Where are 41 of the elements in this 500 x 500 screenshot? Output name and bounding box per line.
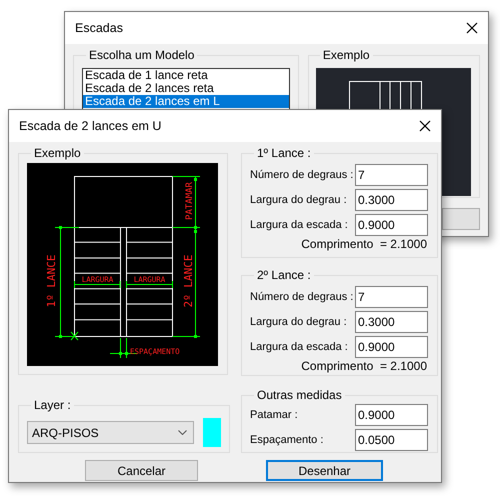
window-title: Escadas [75, 21, 123, 35]
length-readout: Comprimento = 2.1000 [301, 359, 427, 373]
dialog-button[interactable] [442, 208, 480, 230]
window-title: Escada de 2 lances em U [19, 119, 162, 133]
field-label: Número de degraus : [250, 169, 354, 181]
field-label: Patamar : [250, 409, 299, 421]
text-field[interactable]: 0.3000 [355, 189, 428, 211]
field-label: Largura da escada : [250, 219, 349, 231]
group-label: 1º Lance : [256, 146, 312, 160]
drawing-label: 1º LANCE [45, 254, 58, 308]
field-label: Número de degraus : [250, 291, 354, 303]
text-field[interactable]: 7 [355, 164, 428, 186]
dialog-button[interactable]: Desenhar [266, 460, 383, 481]
layer-dropdown[interactable]: ARQ-PISOS [27, 421, 194, 444]
field-label: Largura do degrau : [250, 194, 348, 206]
drawing-label: PATAMAR [185, 182, 195, 220]
group-label: Outras medidas [256, 388, 343, 402]
group-label: Layer : [33, 398, 72, 412]
text-field[interactable]: 0.9000 [355, 214, 428, 236]
field-label: Largura do degrau : [250, 316, 348, 328]
field-label: Largura da escada : [250, 341, 349, 353]
list-item[interactable]: Escada de 1 lance reta [83, 69, 289, 82]
list-item[interactable]: Escada de 2 lances reta [83, 82, 289, 95]
group-label: Exemplo [322, 48, 371, 62]
field-label: Espaçamento : [250, 434, 324, 446]
close-icon[interactable] [419, 120, 431, 132]
text-field[interactable]: 0.3000 [355, 311, 428, 333]
text-field[interactable]: 0.9000 [355, 336, 428, 358]
close-icon[interactable] [466, 22, 478, 34]
group-label: 2º Lance : [256, 268, 312, 282]
group-label: Exemplo [33, 146, 82, 160]
color-swatch[interactable] [203, 418, 221, 447]
text-field[interactable]: 7 [355, 286, 428, 308]
dialog-button[interactable]: Cancelar [85, 460, 198, 481]
length-readout: Comprimento = 2.1000 [301, 237, 427, 251]
text-field[interactable]: 0.9000 [355, 404, 428, 426]
drawing-label: 2º LANCE [182, 254, 195, 308]
list-item[interactable]: Escada de 2 lances em L [83, 95, 289, 108]
text-field[interactable]: 0.0500 [355, 429, 428, 451]
chevron-down-icon [178, 430, 188, 435]
group-label: Escolha um Modelo [88, 48, 196, 62]
